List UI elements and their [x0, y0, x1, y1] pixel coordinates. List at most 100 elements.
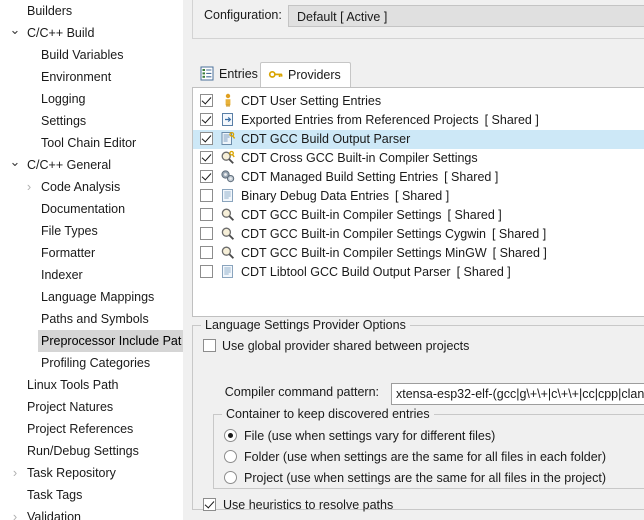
provider-checkbox[interactable]: [200, 94, 213, 107]
compiler-command-pattern-row: Compiler command pattern: xtensa-esp32-e…: [203, 383, 644, 405]
provider-checkbox[interactable]: [200, 265, 213, 278]
sidebar-item-indexer[interactable]: Indexer: [0, 264, 183, 286]
sidebar-item-formatter[interactable]: Formatter: [0, 242, 183, 264]
language-settings-provider-options-group: Language Settings Provider Options Use g…: [192, 318, 644, 512]
tab-providers[interactable]: Providers: [260, 62, 351, 87]
sidebar-item-paths-and-symbols[interactable]: Paths and Symbols: [0, 308, 183, 330]
sidebar-item-code-analysis[interactable]: › Code Analysis: [0, 176, 183, 198]
configuration-combo[interactable]: Default [ Active ]: [288, 5, 644, 27]
sidebar-item-label: Environment: [41, 70, 112, 84]
container-radio-button[interactable]: [224, 471, 237, 484]
sidebar-item-label: C/C++ General: [27, 158, 112, 172]
provider-row[interactable]: Exported Entries from Referenced Project…: [193, 111, 644, 130]
sidebar-item-profiling-categories[interactable]: Profiling Categories: [0, 352, 183, 374]
use-heuristics-checkbox[interactable]: [203, 498, 216, 511]
chevron-down-icon[interactable]: ⌄: [8, 154, 22, 176]
sidebar-item-language-mappings[interactable]: Language Mappings: [0, 286, 183, 308]
sidebar-item-project-references[interactable]: Project References: [0, 418, 183, 440]
provider-checkbox[interactable]: [200, 227, 213, 240]
chevron-down-icon[interactable]: ⌄: [8, 22, 22, 44]
container-radio-button[interactable]: [224, 429, 237, 442]
use-global-provider-label: Use global provider shared between proje…: [222, 339, 470, 353]
provider-checkbox[interactable]: [200, 132, 213, 145]
preprocessor-include-paths-panel: Configuration: Default [ Active ] Entrie…: [183, 0, 644, 520]
sidebar-item-task-repository[interactable]: › Task Repository: [0, 462, 183, 484]
sidebar-item-settings[interactable]: Settings: [0, 110, 183, 132]
configuration-value: Default [ Active ]: [297, 10, 388, 24]
sidebar-item-task-tags[interactable]: Task Tags: [0, 484, 183, 506]
provider-row[interactable]: CDT Libtool GCC Build Output Parser [ Sha…: [193, 263, 644, 282]
settings-tree-sidebar[interactable]: Builders ⌄ C/C++ Build Build Variables Envir…: [0, 0, 183, 520]
chevron-right-icon[interactable]: ›: [22, 176, 36, 198]
sidebar-item-label: Indexer: [41, 268, 83, 282]
container-radio-row[interactable]: Project (use when settings are the same …: [224, 471, 606, 485]
sidebar-item-run-debug-settings[interactable]: Run/Debug Settings: [0, 440, 183, 462]
compiler-command-pattern-label: Compiler command pattern:: [224, 385, 379, 399]
provider-row[interactable]: CDT Managed Build Setting Entries [ Share…: [193, 168, 644, 187]
provider-checkbox[interactable]: [200, 208, 213, 221]
container-radio-button[interactable]: [224, 450, 237, 463]
sidebar-item-preprocessor-include-pat[interactable]: Preprocessor Include Pat: [0, 330, 183, 352]
sidebar-item-label: Language Mappings: [41, 290, 155, 304]
sidebar-item-build-variables[interactable]: Build Variables: [0, 44, 183, 66]
sidebar-item-label: Validation: [27, 510, 81, 520]
chevron-right-icon[interactable]: ›: [8, 506, 22, 520]
group-title-container: Container to keep discovered entries: [222, 407, 434, 421]
container-to-keep-entries-group: Container to keep discovered entries Fil…: [213, 407, 644, 489]
provider-checkbox[interactable]: [200, 170, 213, 183]
sidebar-item-label: Tool Chain Editor: [41, 136, 137, 150]
provider-shared-badge: [ Shared ]: [456, 265, 511, 279]
sidebar-item-project-natures[interactable]: Project Natures: [0, 396, 183, 418]
use-heuristics-label: Use heuristics to resolve paths: [223, 498, 394, 512]
tab-label: Entries: [219, 67, 258, 81]
sidebar-item-file-types[interactable]: File Types: [0, 220, 183, 242]
sidebar-item-environment[interactable]: Environment: [0, 66, 183, 88]
provider-checkbox[interactable]: [200, 189, 213, 202]
use-global-provider-checkbox-row[interactable]: Use global provider shared between proje…: [203, 339, 469, 353]
compiler-command-pattern-input[interactable]: xtensa-esp32-elf-(gcc|g\+\+|c\+\+|cc|cpp…: [391, 383, 644, 405]
sidebar-item-validation[interactable]: › Validation: [0, 506, 183, 520]
sidebar-item-label: Preprocessor Include Pat: [38, 330, 183, 352]
provider-name: CDT GCC Built-in Compiler Settings MinGW: [241, 246, 487, 260]
magnifier-icon: [220, 245, 236, 260]
sidebar-item-linux-tools-path[interactable]: Linux Tools Path: [0, 374, 183, 396]
provider-shared-badge: [ Shared ]: [395, 189, 450, 203]
provider-checkbox[interactable]: [200, 151, 213, 164]
entries-list-icon: [199, 65, 215, 81]
provider-row[interactable]: Binary Debug Data Entries [ Shared ]: [193, 187, 644, 206]
tab-strip: Entries Providers: [192, 62, 644, 87]
sidebar-item-label: C/C++ Build: [27, 26, 95, 40]
provider-name: CDT GCC Built-in Compiler Settings Cygwi…: [241, 227, 486, 241]
container-radio-row[interactable]: Folder (use when settings are the same f…: [224, 450, 606, 464]
provider-checkbox[interactable]: [200, 113, 213, 126]
providers-list[interactable]: CDT User Setting Entries Exported Entries…: [192, 87, 644, 317]
provider-row[interactable]: CDT GCC Built-in Compiler Settings Cygwi…: [193, 225, 644, 244]
provider-row[interactable]: CDT GCC Built-in Compiler Settings [ Shar…: [193, 206, 644, 225]
container-radio-row[interactable]: File (use when settings vary for differe…: [224, 429, 495, 443]
sidebar-item-label: Run/Debug Settings: [27, 444, 139, 458]
sidebar-item-c-c-general[interactable]: ⌄ C/C++ General: [0, 154, 183, 176]
sidebar-item-logging[interactable]: Logging: [0, 88, 183, 110]
sidebar-item-documentation[interactable]: Documentation: [0, 198, 183, 220]
sidebar-item-label: Builders: [27, 4, 73, 18]
provider-name: CDT Libtool GCC Build Output Parser: [241, 265, 451, 279]
use-heuristics-checkbox-row[interactable]: Use heuristics to resolve paths: [203, 498, 393, 512]
tab-entries[interactable]: Entries: [192, 62, 267, 87]
use-global-provider-checkbox[interactable]: [203, 339, 216, 352]
sidebar-item-label: Formatter: [41, 246, 96, 260]
sidebar-item-tool-chain-editor[interactable]: Tool Chain Editor: [0, 132, 183, 154]
sidebar-item-builders[interactable]: Builders: [0, 0, 183, 22]
provider-checkbox[interactable]: [200, 246, 213, 259]
key-icon: [268, 66, 284, 80]
provider-row[interactable]: CDT User Setting Entries: [193, 92, 644, 111]
provider-name: CDT GCC Built-in Compiler Settings: [241, 208, 442, 222]
sidebar-item-c-c-build[interactable]: ⌄ C/C++ Build: [0, 22, 183, 44]
provider-name: CDT User Setting Entries: [241, 94, 382, 108]
container-radio-label: Folder (use when settings are the same f…: [244, 450, 606, 464]
doc-icon: [220, 264, 236, 279]
provider-row[interactable]: CDT Cross GCC Built-in Compiler Settings: [193, 149, 644, 168]
provider-row[interactable]: CDT GCC Build Output Parser: [193, 130, 644, 149]
configuration-bar: Configuration: Default [ Active ]: [192, 0, 644, 39]
chevron-right-icon[interactable]: ›: [8, 462, 22, 484]
provider-row[interactable]: CDT GCC Built-in Compiler Settings MinGW…: [193, 244, 644, 263]
